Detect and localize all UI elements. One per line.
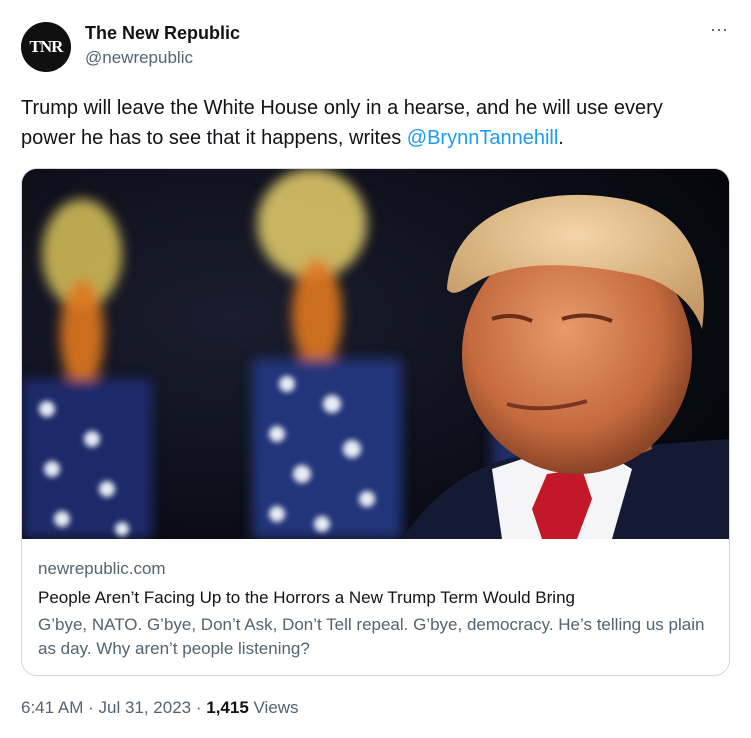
views-count[interactable]: 1,415 [206,698,249,717]
tweet-header: TNR The New Republic @newrepublic ⋯ [21,20,731,74]
author-names: The New Republic @newrepublic [85,22,240,70]
card-image[interactable] [22,169,729,539]
card-body: newrepublic.com People Aren’t Facing Up … [38,558,713,661]
card-description: G’bye, NATO. G’bye, Don’t Ask, Don’t Tel… [38,615,705,658]
tweet-text: Trump will leave the White House only in… [21,93,721,153]
views-label: Views [248,698,299,717]
tweet-date[interactable]: Jul 31, 2023 [98,698,191,717]
tweet-meta: 6:41 AM · Jul 31, 2023 · 1,415 Views [21,695,299,721]
more-options-icon[interactable]: ⋯ [710,20,729,41]
tweet-time[interactable]: 6:41 AM [21,698,83,717]
handle[interactable]: @newrepublic [85,46,240,70]
display-name[interactable]: The New Republic [85,22,240,44]
meta-separator: · [191,698,207,717]
tweet-text-end: . [558,127,564,149]
avatar[interactable]: TNR [21,22,71,72]
meta-separator: · [83,698,99,717]
card-photo [22,169,729,539]
card-title[interactable]: People Aren’t Facing Up to the Horrors a… [38,586,713,610]
mention-link[interactable]: @BrynnTannehill [407,127,559,149]
tweet-text-body: Trump will leave the White House only in… [21,97,663,149]
card-domain[interactable]: newrepublic.com [38,558,713,580]
link-card[interactable]: newrepublic.com People Aren’t Facing Up … [21,168,730,676]
